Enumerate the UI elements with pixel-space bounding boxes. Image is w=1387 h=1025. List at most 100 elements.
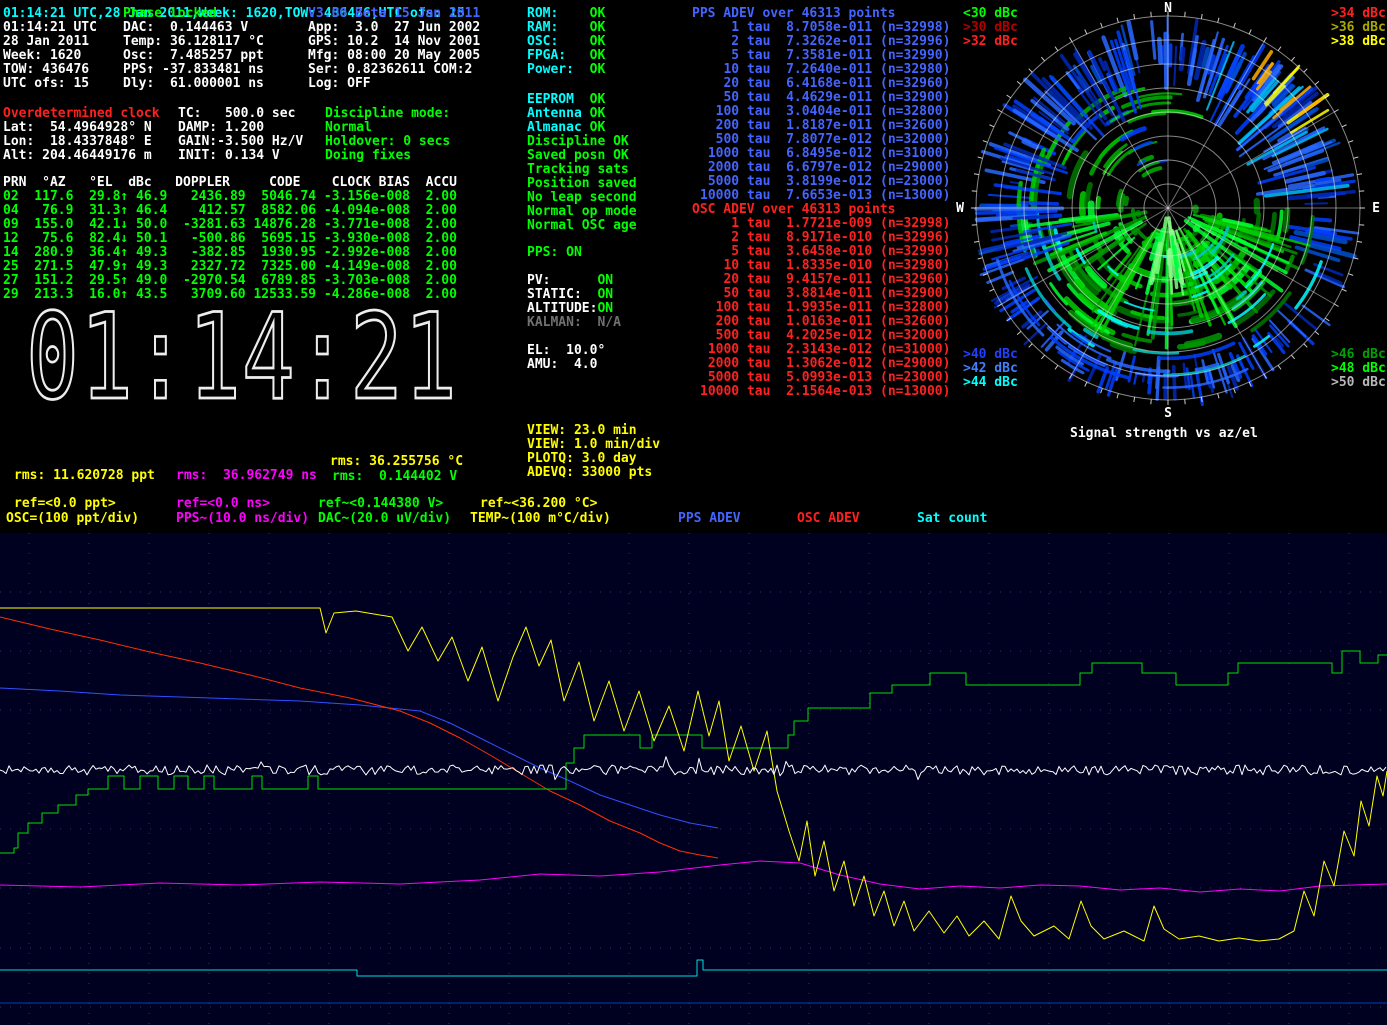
osc-adev-row: 2 tau 8.9171e-010 (n=32996) xyxy=(700,231,950,245)
osc-adev-row: 5000 tau 5.0993e-013 (n=23000) xyxy=(700,371,950,385)
selftest-block: ROM: OK RAM: OK OSC: OK FPGA: OK Power: … xyxy=(527,7,605,77)
status-label: FPGA: xyxy=(527,48,590,63)
status-value: OK xyxy=(590,6,606,21)
pps-adev-row: 200 tau 1.8187e-011 (n=32600) xyxy=(700,119,950,133)
status-label: Antenna xyxy=(527,106,590,121)
status-row: OSC: OK xyxy=(527,35,605,49)
gps-version: GPS: 10.2 14 Nov 2001 xyxy=(308,35,480,49)
osc-adev-row: 10000 tau 2.1564e-013 (n=13000) xyxy=(700,385,950,399)
amu-mask: AMU: 4.0 xyxy=(527,358,597,372)
pps-adev-row: 5 tau 7.3581e-011 (n=32990) xyxy=(700,49,950,63)
osc-adev-row: 2000 tau 1.3062e-012 (n=29000) xyxy=(700,357,950,371)
pps-adev-row: 1 tau 8.7058e-011 (n=32998) xyxy=(700,21,950,35)
pps-value: PPS↑ -37.833481 ns xyxy=(123,63,264,77)
osc-adev-table: 1 tau 1.7721e-009 (n=32998) 2 tau 8.9171… xyxy=(700,217,950,399)
status-row: ROM: OK xyxy=(527,7,605,21)
scale-pps: PPS~(10.0 ns/div) xyxy=(176,512,309,526)
sat-row: 12 75.6 82.4↓ 50.1 -500.86 5695.15 -3.93… xyxy=(3,232,457,246)
svg-text:E: E xyxy=(1372,201,1380,216)
latitude: Lat: 54.4964928° N xyxy=(3,121,160,135)
osc-adev-row: 20 tau 9.4157e-011 (n=32960) xyxy=(700,273,950,287)
strip-chart-plot[interactable] xyxy=(0,533,1387,1025)
dly-value: Dly: 61.000001 ns xyxy=(123,77,264,91)
pps-adev-title: PPS ADEV over 46313 points xyxy=(692,7,896,21)
status-value: OK xyxy=(590,92,606,107)
dac-value: DAC: 0.144463 V xyxy=(123,21,264,35)
status-value: OK xyxy=(590,20,606,35)
svg-text:S: S xyxy=(1164,406,1172,420)
status-label: RAM: xyxy=(527,20,590,35)
status-line: Normal op mode xyxy=(527,205,637,219)
osc-value: Osc: 7.485257 ppt xyxy=(123,49,264,63)
scale-dac: DAC~(20.0 uV/div) xyxy=(318,512,451,526)
rms-temp: rms: 36.255756 °C xyxy=(330,455,463,469)
static-state: STATIC: ON xyxy=(527,288,613,302)
phase-status: Phase locked xyxy=(123,7,264,21)
sat-row: 02 117.6 29.8↑ 46.9 2436.89 5046.74 -3.1… xyxy=(3,190,457,204)
polar-caption: Signal strength vs az/el xyxy=(1070,427,1258,441)
gain: GAIN:-3.500 Hz/V xyxy=(178,135,303,149)
pps-adev-row: 10 tau 7.2640e-011 (n=32980) xyxy=(700,63,950,77)
pps-adev-row: 500 tau 7.8077e-012 (n=32000) xyxy=(700,133,950,147)
altitude-state: ALTITUDE:ON xyxy=(527,302,613,316)
status-row: Antenna OK xyxy=(527,107,637,121)
osc-adev-row: 100 tau 1.9935e-011 (n=32800) xyxy=(700,301,950,315)
pps-adev-table: 1 tau 8.7058e-011 (n=32998) 2 tau 7.3262… xyxy=(700,21,950,203)
pv-value: ON xyxy=(597,273,613,288)
status-line: Normal OSC age xyxy=(527,219,637,233)
static-value: ON xyxy=(597,287,613,302)
version-block: V3.00 Beta 15 Jan 2011 App: 3.0 27 Jun 2… xyxy=(308,7,480,91)
pps-adev-row: 2000 tau 6.6797e-012 (n=29000) xyxy=(700,161,950,175)
view-span: VIEW: 23.0 min xyxy=(527,424,660,438)
status-value: OK xyxy=(590,120,606,135)
status-value: OK xyxy=(590,62,606,77)
ref-temp: ref~<36.200 °C> xyxy=(480,497,597,511)
status-label: ROM: xyxy=(527,6,590,21)
osc-adev-row: 1000 tau 2.3143e-012 (n=31000) xyxy=(700,343,950,357)
status-value: OK xyxy=(590,106,606,121)
mfg-date: Mfg: 08:00 20 May 2005 xyxy=(308,49,480,63)
status-label: Power: xyxy=(527,62,590,77)
rms-dac: rms: 0.144402 V xyxy=(332,470,457,484)
scale-temp: TEMP~(100 m°C/div) xyxy=(470,512,611,526)
status-label: OSC: xyxy=(527,34,590,49)
osc-adev-title: OSC ADEV over 46313 points xyxy=(692,203,896,217)
status-line: Position saved xyxy=(527,177,637,191)
sat-row: 14 280.9 36.4↑ 49.3 -382.85 1930.95 -2.9… xyxy=(3,246,457,260)
pv-label: PV: xyxy=(527,273,597,288)
version-title: V3.00 Beta 15 Jan 2011 xyxy=(308,7,480,21)
status-value: OK xyxy=(590,48,606,63)
holdover-state: Holdover: 0 secs xyxy=(325,135,450,149)
osc-adev-row: 500 tau 4.2025e-012 (n=32000) xyxy=(700,329,950,343)
altitude-value: ON xyxy=(597,301,613,316)
log-status: Log: OFF xyxy=(308,77,480,91)
osc-adev-row: 50 tau 3.8814e-011 (n=32900) xyxy=(700,287,950,301)
status-line: Tracking sats xyxy=(527,163,637,177)
altitude-label: ALTITUDE: xyxy=(527,301,597,316)
view-block: VIEW: 23.0 min VIEW: 1.0 min/div PLOTQ: … xyxy=(527,424,660,480)
ref-dac: ref~<0.144380 V> xyxy=(318,497,443,511)
osc-adev-row: 200 tau 1.0163e-011 (n=32600) xyxy=(700,315,950,329)
osc-adev-row: 1 tau 1.7721e-009 (n=32998) xyxy=(700,217,950,231)
osc-adev-row: 5 tau 3.6458e-010 (n=32990) xyxy=(700,245,950,259)
longitude: Lon: 18.4337848° E xyxy=(3,135,160,149)
status-value: OK xyxy=(590,34,606,49)
discipline-state: Normal xyxy=(325,121,450,135)
receiver-status-block: EEPROM OK Antenna OK Almanac OK Discipli… xyxy=(527,93,637,233)
ref-pps: ref=<0.0 ns> xyxy=(176,497,270,511)
static-label: STATIC: xyxy=(527,287,597,302)
pps-adev-row: 100 tau 3.0404e-011 (n=32800) xyxy=(700,105,950,119)
rms-osc: rms: 11.620728 ppt xyxy=(14,469,155,483)
app-version: App: 3.0 27 Jun 2002 xyxy=(308,21,480,35)
signal-strength-polar-map: NSWE xyxy=(950,0,1380,420)
scale-osc: OSC=(100 ppt/div) xyxy=(6,512,139,526)
ref-osc: ref=<0.0 ppt> xyxy=(14,497,116,511)
pps-adev-row: 20 tau 6.4168e-011 (n=32960) xyxy=(700,77,950,91)
phase-block: Phase locked DAC: 0.144463 V Temp: 36.12… xyxy=(123,7,264,91)
status-line: No leap second xyxy=(527,191,637,205)
status-row: Almanac OK xyxy=(527,121,637,135)
pps-state: PPS: ON xyxy=(527,246,582,260)
position-block: Overdetermined clock Lat: 54.4964928° N … xyxy=(3,107,160,163)
status-line: Discipline OK xyxy=(527,135,637,149)
sat-table: PRN °AZ °EL dBc DOPPLER CODE CLOCK BIAS … xyxy=(3,176,457,302)
